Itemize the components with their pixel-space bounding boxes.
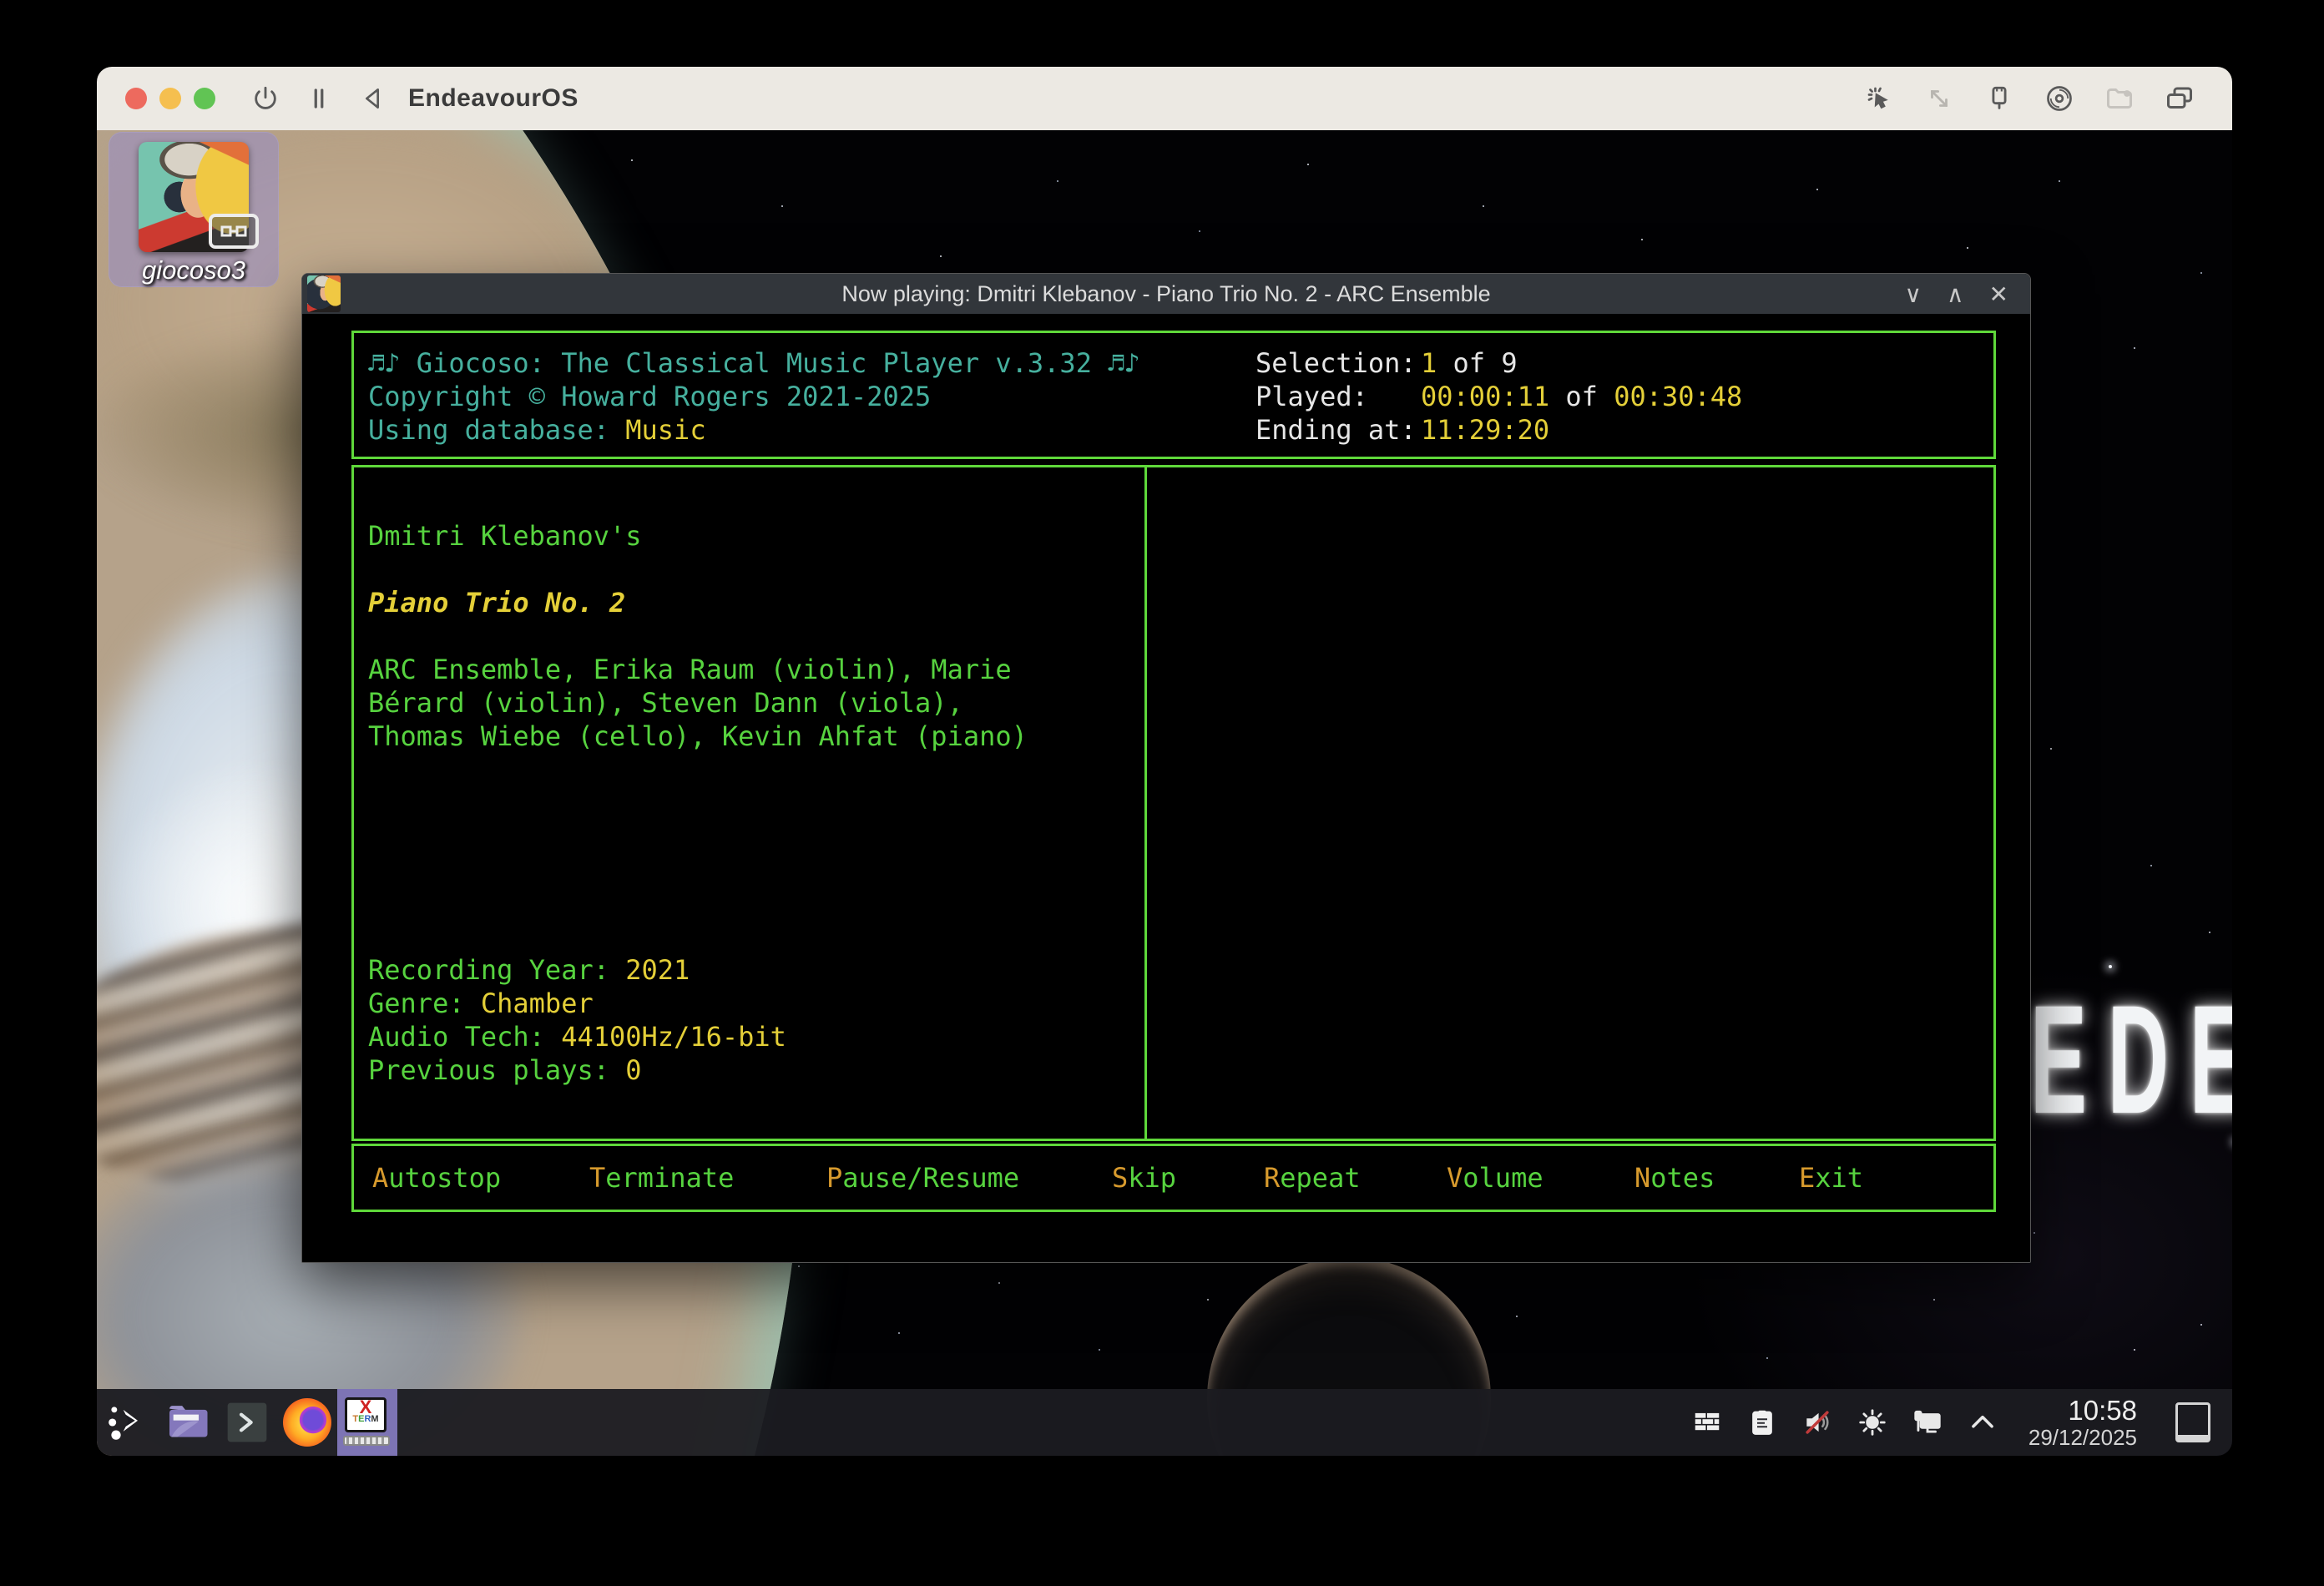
menu-autostop[interactable]: Autostop — [372, 1146, 501, 1210]
menu-skip[interactable]: Skip — [1112, 1146, 1176, 1210]
artists-line: Thomas Wiebe (cello), Kevin Ahfat (piano… — [368, 720, 1028, 753]
database-name: Music — [625, 414, 705, 446]
volume-muted-icon[interactable] — [1801, 1404, 1833, 1441]
close-traffic-light[interactable] — [125, 88, 147, 109]
played-line: Played:00:00:11 of 00:30:48 — [1255, 380, 1742, 413]
ending-time: 11:29:20 — [1421, 414, 1549, 446]
firefox-icon[interactable] — [277, 1389, 337, 1456]
shared-folder-icon[interactable] — [2104, 83, 2135, 114]
artists-line: Bérard (violin), Steven Dann (viola), — [368, 686, 1028, 720]
menu-pause-resume[interactable]: Pause/Resume — [826, 1146, 1019, 1210]
artists-line: ARC Ensemble, Erika Raum (violin), Marie — [368, 653, 1028, 686]
app-launcher-icon[interactable] — [97, 1389, 157, 1456]
capture-cursor-icon[interactable] — [1863, 83, 1895, 114]
app-title-line: ♬♪ Giocoso: The Classical Music Player v… — [368, 346, 1140, 380]
vm-titlebar[interactable]: EndeavourOS — [97, 67, 2232, 130]
clock[interactable]: 10:58 29/12/2025 — [2028, 1396, 2137, 1449]
display-windows-icon[interactable] — [2164, 83, 2195, 114]
xterm-icon[interactable]: XTERM — [337, 1389, 397, 1456]
taskbar: XTERM — [97, 1389, 2232, 1456]
now-playing-box: Dmitri Klebanov's Piano Trio No. 2 ARC E… — [351, 465, 1996, 1141]
genre-line: Genre: Chamber — [368, 987, 1028, 1020]
audio-tech-line: Audio Tech: 44100Hz/16-bit — [368, 1020, 1028, 1053]
show-desktop-button[interactable] — [2175, 1402, 2210, 1442]
window-icon — [307, 275, 341, 312]
brightness-icon[interactable] — [1857, 1404, 1888, 1441]
selection-current: 1 — [1421, 347, 1437, 379]
played-elapsed: 00:00:11 — [1421, 381, 1549, 412]
eject-back-icon[interactable] — [356, 83, 388, 114]
selection-total: 9 — [1501, 347, 1517, 379]
vm-window: EndeavourOS — [97, 67, 2232, 1456]
xterm-window: Now playing: Dmitri Klebanov - Piano Tri… — [301, 273, 2031, 1263]
menu-exit[interactable]: Exit — [1799, 1146, 1863, 1210]
usb-icon[interactable] — [1983, 83, 2015, 114]
zoom-traffic-light[interactable] — [194, 88, 215, 109]
previous-plays-line: Previous plays: 0 — [368, 1053, 1028, 1087]
desktop-icon-label: giocoso3 — [109, 255, 279, 285]
menu-terminate[interactable]: Terminate — [589, 1146, 734, 1210]
copyright-line: Copyright © Howard Rogers 2021-2025 — [368, 380, 1140, 413]
maximize-button[interactable]: ∧ — [1947, 280, 1964, 308]
giocoso-artwork — [139, 142, 249, 252]
desktop-icon-giocoso3[interactable]: giocoso3 — [109, 132, 279, 287]
tray-expand-icon[interactable] — [1967, 1404, 1998, 1441]
selection-line: Selection:1 of 9 — [1255, 346, 1742, 380]
minimize-traffic-light[interactable] — [159, 88, 181, 109]
desktop: EDE giocoso3 Now playing: Dmitri Klebano… — [97, 130, 2232, 1456]
wallpaper-ganymede-text: EDE — [2030, 983, 2232, 1138]
recording-year-value: 2021 — [625, 954, 690, 986]
resize-icon[interactable] — [1923, 83, 1955, 114]
file-manager-icon[interactable] — [157, 1389, 217, 1456]
played-total: 00:30:48 — [1614, 381, 1742, 412]
ending-line: Ending at:11:29:20 — [1255, 413, 1742, 447]
work-title: Piano Trio No. 2 — [368, 586, 1028, 619]
terminal-icon[interactable] — [217, 1389, 277, 1456]
clock-date: 29/12/2025 — [2028, 1426, 2137, 1449]
recording-year-line: Recording Year: 2021 — [368, 953, 1028, 987]
pause-icon[interactable] — [303, 83, 335, 114]
xterm-window-title: Now playing: Dmitri Klebanov - Piano Tri… — [302, 281, 2030, 307]
power-icon[interactable] — [250, 83, 281, 114]
disc-icon[interactable] — [2044, 83, 2075, 114]
vm-window-title: EndeavourOS — [408, 84, 578, 113]
clipboard-icon[interactable] — [1746, 1404, 1778, 1441]
genre-value: Chamber — [481, 987, 594, 1019]
audio-tech-value: 44100Hz/16-bit — [561, 1021, 786, 1053]
menu-notes[interactable]: Notes — [1634, 1146, 1715, 1210]
clock-time: 10:58 — [2028, 1396, 2137, 1426]
composer: Dmitri Klebanov's — [368, 519, 1028, 553]
database-line: Using database: Music — [368, 413, 1140, 447]
xterm-titlebar[interactable]: Now playing: Dmitri Klebanov - Piano Tri… — [302, 274, 2030, 314]
network-icon[interactable] — [1912, 1404, 1943, 1441]
keyboard-layout-icon[interactable] — [1691, 1404, 1723, 1441]
menu-repeat[interactable]: Repeat — [1264, 1146, 1361, 1210]
menu-box: Autostop Terminate Pause/Resume Skip Rep… — [351, 1144, 1996, 1212]
previous-plays-value: 0 — [625, 1054, 641, 1086]
header-box: ♬♪ Giocoso: The Classical Music Player v… — [351, 331, 1996, 459]
terminal-body[interactable]: ♬♪ Giocoso: The Classical Music Player v… — [302, 314, 2030, 1262]
close-button[interactable]: ✕ — [1989, 280, 2008, 308]
panel-divider — [1144, 467, 1147, 1139]
shortcut-link-icon — [209, 214, 259, 249]
menu-volume[interactable]: Volume — [1447, 1146, 1543, 1210]
minimize-button[interactable]: ∨ — [1905, 280, 1922, 308]
